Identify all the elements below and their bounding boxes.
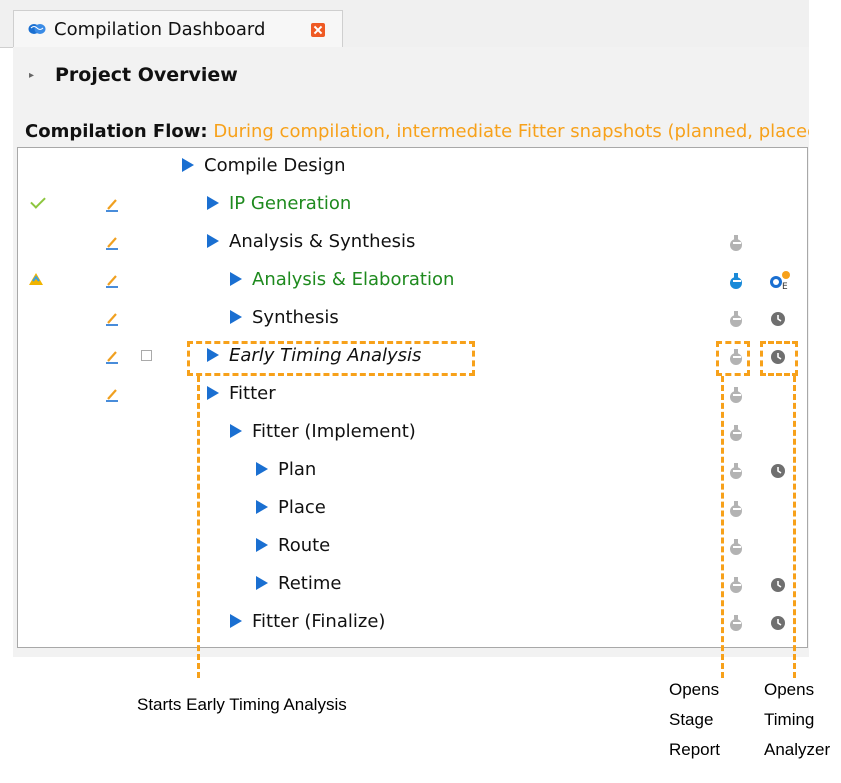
svg-text:E: E (782, 282, 788, 292)
edit-settings-icon[interactable] (105, 197, 119, 213)
task-label[interactable]: Plan (256, 459, 316, 480)
tab-bar: Compilation Dashboard (0, 0, 809, 48)
stage-report-icon[interactable] (727, 386, 745, 404)
callout-line: Analyzer (764, 740, 831, 759)
play-icon[interactable] (230, 424, 242, 438)
timing-analyzer-icon[interactable] (770, 311, 786, 327)
task-label[interactable]: Compile Design (182, 155, 346, 176)
timing-analyzer-leader-line (793, 376, 796, 678)
tab-label: Compilation Dashboard (54, 19, 266, 40)
stage-report-callout: Opens Stage Report (669, 675, 720, 765)
tree-row-ip-generation[interactable]: IP Generation (18, 186, 807, 224)
play-icon[interactable] (230, 614, 242, 628)
tree-row-synthesis[interactable]: Synthesis (18, 300, 807, 338)
tree-row-analysis-synthesis[interactable]: Analysis & Synthesis (18, 224, 807, 262)
timing-analyzer-icon[interactable] (770, 463, 786, 479)
timing-analyzer-icon[interactable] (770, 615, 786, 631)
checkmark-icon (30, 193, 46, 209)
stage-report-icon[interactable] (727, 462, 745, 480)
tree-row-retime[interactable]: Retime (18, 566, 807, 604)
stage-report-icon[interactable] (727, 538, 745, 556)
task-checkbox[interactable] (141, 350, 152, 361)
stage-report-icon[interactable] (727, 310, 745, 328)
rerun-icon[interactable] (27, 271, 45, 289)
stage-report-icon[interactable] (727, 272, 745, 290)
play-icon[interactable] (230, 310, 242, 324)
play-icon[interactable] (256, 500, 268, 514)
task-label[interactable]: Fitter (Finalize) (230, 611, 385, 632)
close-icon[interactable] (311, 23, 325, 37)
task-label[interactable]: Place (256, 497, 326, 518)
edit-settings-icon[interactable] (105, 273, 119, 289)
timing-analyzer-icon[interactable] (770, 577, 786, 593)
compilation-flow-title: Compilation Flow: (25, 121, 208, 142)
tree-row-route[interactable]: Route (18, 528, 807, 566)
tree-row-compile-design[interactable]: Compile Design (18, 148, 807, 186)
play-icon[interactable] (182, 158, 194, 172)
play-icon[interactable] (207, 386, 219, 400)
edit-settings-icon[interactable] (105, 387, 119, 403)
task-label[interactable]: Analysis & Synthesis (207, 231, 415, 252)
play-icon[interactable] (207, 196, 219, 210)
tree-row-fitter-finalize[interactable]: Fitter (Finalize) (18, 604, 807, 642)
tab-compilation-dashboard[interactable]: Compilation Dashboard (13, 10, 343, 48)
early-timing-highlight (187, 341, 475, 376)
project-overview-header[interactable]: Project Overview (55, 64, 238, 86)
callout-line: Report (669, 740, 721, 759)
stage-report-leader-line (721, 376, 724, 678)
stage-report-highlight (716, 341, 750, 376)
tree-row-place[interactable]: Place (18, 490, 807, 528)
task-label[interactable]: Retime (256, 573, 341, 594)
early-timing-leader-line (197, 376, 200, 678)
callout-line: Opens (669, 680, 720, 699)
tree-row-fitter-implement[interactable]: Fitter (Implement) (18, 414, 807, 452)
edit-settings-icon[interactable] (105, 235, 119, 251)
stage-report-icon[interactable] (727, 424, 745, 442)
play-icon[interactable] (256, 462, 268, 476)
timing-analyzer-callout: Opens Timing Analyzer (764, 675, 830, 765)
edit-settings-icon[interactable] (105, 311, 119, 327)
callout-line: Timing (764, 710, 815, 729)
task-label[interactable]: Synthesis (230, 307, 339, 328)
compilation-flow-header: Compilation Flow: During compilation, in… (25, 121, 809, 142)
task-label[interactable]: IP Generation (207, 193, 351, 214)
brain-icon (28, 24, 46, 34)
play-icon[interactable] (230, 272, 242, 286)
task-label[interactable]: Fitter (Implement) (230, 421, 416, 442)
early-timing-callout: Starts Early Timing Analysis (137, 695, 347, 714)
stage-report-icon[interactable] (727, 614, 745, 632)
task-label[interactable]: Analysis & Elaboration (230, 269, 454, 290)
edit-settings-icon[interactable] (105, 349, 119, 365)
tree-row-analysis-elaboration[interactable]: Analysis & Elaboration E (18, 262, 807, 300)
task-label[interactable]: Route (256, 535, 330, 556)
timing-analyzer-highlight (760, 341, 798, 376)
stage-report-icon[interactable] (727, 500, 745, 518)
play-icon[interactable] (207, 234, 219, 248)
play-icon[interactable] (256, 538, 268, 552)
tree-row-plan[interactable]: Plan (18, 452, 807, 490)
callout-line: Stage (669, 710, 714, 729)
compilation-flow-tree: Compile Design IP Generation Analysis & … (17, 147, 808, 648)
chevron-right-icon[interactable]: ▸ (29, 70, 34, 81)
callout-line: Opens (764, 680, 815, 699)
tree-row-fitter[interactable]: Fitter (18, 376, 807, 414)
compilation-flow-description: During compilation, intermediate Fitter … (213, 121, 809, 142)
stage-report-icon[interactable] (727, 234, 745, 252)
play-icon[interactable] (256, 576, 268, 590)
task-label[interactable]: Fitter (207, 383, 276, 404)
qsys-editor-icon[interactable]: E (768, 270, 792, 292)
stage-report-icon[interactable] (727, 576, 745, 594)
